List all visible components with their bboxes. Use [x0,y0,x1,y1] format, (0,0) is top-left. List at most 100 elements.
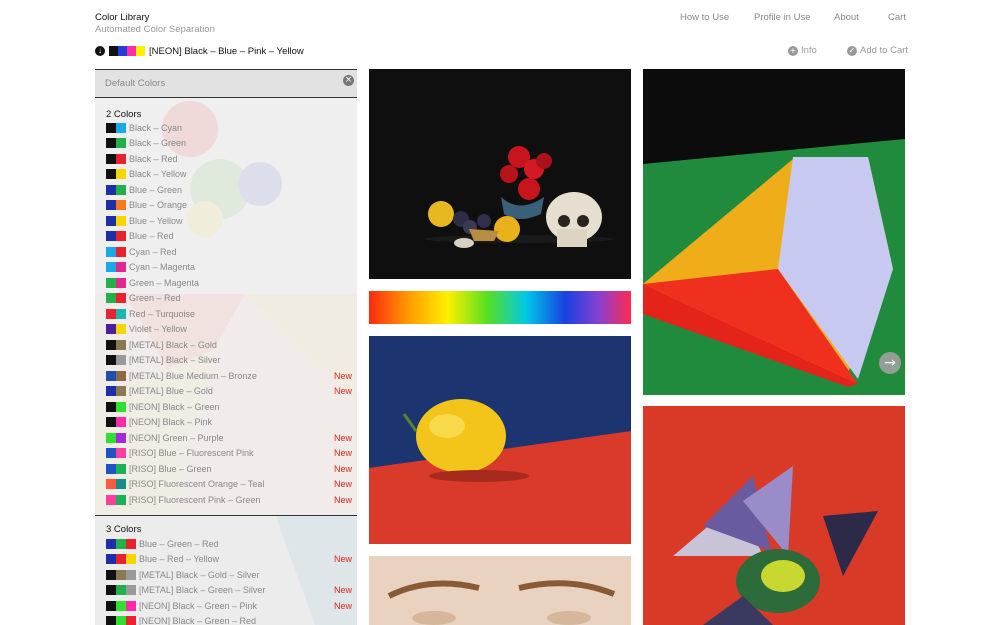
color-list-item-label: Blue – Red – Yellow [139,554,220,564]
color-list-item[interactable]: Blue – Red – Yellow New [106,553,352,566]
face-photo[interactable] [369,556,631,625]
swatch-group [106,324,126,334]
color-list-item-label: Blue – Green [129,184,183,195]
color-list-sidebar[interactable]: × 2 Colors Black – Cyan Black – Green Blac… [95,69,357,625]
swatch-group [106,169,126,179]
color-list-item-label: [NEON] Black – Green [129,401,220,412]
color-list-item-label: Green – Magenta [129,277,200,288]
color-list-item[interactable]: [RISO] Blue – Fluorescent Pink New [106,447,352,460]
color-list-item[interactable]: [METAL] Black – Green – Silver New [106,584,352,597]
color-list-item[interactable]: [METAL] Blue Medium – Bronze New [106,369,352,382]
swatch [116,122,126,133]
color-list-item[interactable]: Red – Turquoise [106,307,352,320]
color-list-item-label: [METAL] Blue – Gold [129,386,213,396]
new-badge: New [333,585,352,595]
swatch [116,231,126,241]
swatch [116,463,126,474]
color-list-item[interactable]: [NEON] Black – Green – Pink New [106,599,352,612]
color-list-item[interactable]: [METAL] Blue – Gold New [106,385,352,398]
color-list-item[interactable]: Blue – Green – Red [106,537,352,550]
divider [95,515,357,516]
swatch-group [106,401,126,412]
color-list-item[interactable]: Blue – Yellow [106,214,352,227]
swatch [116,277,126,288]
color-list-item-label: [RISO] Blue – Fluorescent Pink [129,448,254,458]
nav-how-to-use[interactable]: How to Use [680,12,729,23]
swatch [106,355,116,365]
color-list-item[interactable]: Cyan – Red [106,245,352,258]
color-list-item[interactable]: [NEON] Green – Purple New [106,431,352,444]
color-list-item[interactable]: [RISO] Blue – Green New [106,462,352,475]
color-list-item[interactable]: Blue – Orange [106,199,352,212]
color-list-item[interactable]: Black – Red [106,152,352,165]
color-list-item[interactable]: [RISO] Fluorescent Orange – Teal New [106,478,352,491]
swatch-group [106,262,126,272]
color-list-item[interactable]: Blue – Red [106,230,352,243]
color-list-item[interactable]: Green – Magenta [106,276,352,289]
swatch-group [106,417,126,427]
color-list-item[interactable]: [NEON] Black – Green – Red [106,615,352,625]
swatch [116,184,126,195]
swatch [106,153,116,164]
swatch [106,277,116,288]
swatch [116,386,126,396]
swatch [116,494,126,505]
section-title-3-colors: 3 Colors [106,524,142,535]
color-list-item[interactable]: Blue – Green [106,183,352,196]
color-list-item[interactable]: Cyan – Magenta [106,261,352,274]
color-list-item[interactable]: [RISO] Fluorescent Pink – Green New [106,493,352,506]
swatch-group [106,585,136,595]
color-list-item[interactable]: [METAL] Black – Gold – Silver [106,568,352,581]
swatch [106,262,116,272]
swatch [106,293,116,303]
add-to-cart-button[interactable]: ✓ Add to Cart [847,45,908,56]
swatch [116,432,126,443]
color-list-item[interactable]: Black – Cyan [106,121,352,134]
color-list-item-label: Black – Red [129,153,178,164]
swatch-group [106,538,136,549]
color-list-item[interactable]: Black – Yellow [106,168,352,181]
swatch [116,215,126,226]
lemon-photo[interactable] [369,336,631,544]
still-life-photo[interactable] [369,69,631,279]
brand[interactable]: Color Library Automated Color Separation [95,12,215,36]
new-badge: New [333,463,352,474]
swatch [106,138,116,148]
swatch [106,184,116,195]
isometric-cube-photo[interactable]: → [643,69,905,395]
swatch [116,138,126,148]
color-list-item-label: [NEON] Green – Purple [129,432,224,443]
swatch-group [106,293,126,303]
swatch-group [106,153,126,164]
color-list-item[interactable]: [METAL] Black – Silver [106,354,352,367]
color-list-item-label: [RISO] Blue – Green [129,463,212,474]
swatch [116,569,126,580]
nav-cart[interactable]: Cart [888,12,906,23]
color-list-item[interactable]: [NEON] Black – Green [106,400,352,413]
info-button[interactable]: + Info [788,45,817,56]
swatch [116,293,126,303]
color-list-item[interactable]: [METAL] Black – Gold [106,338,352,351]
nav-about[interactable]: About [834,12,859,23]
color-list-item-label: [METAL] Black – Gold – Silver [139,569,260,580]
nav-profile-in-use[interactable]: Profile in Use [754,12,811,23]
search-input[interactable] [105,78,325,89]
color-list-item-label: Blue – Yellow [129,215,183,226]
swatch [116,554,126,564]
spectrum-gradient[interactable] [369,291,631,324]
arrow-right-icon[interactable]: → [879,352,901,374]
color-list-item-label: [NEON] Black – Green – Red [139,616,257,625]
download-icon[interactable]: ↓ [95,46,105,56]
color-list-item[interactable]: Green – Red [106,292,352,305]
swatch [136,46,145,56]
color-list-item-label: Blue – Red [129,231,174,241]
color-list-item[interactable]: Violet – Yellow [106,323,352,336]
close-icon[interactable]: × [343,75,354,86]
selected-palette: ↓ [NEON] Black – Blue – Pink – Yellow [95,44,304,58]
swatch [116,370,126,381]
bird-photo[interactable] [643,406,905,625]
brand-subtitle: Automated Color Separation [95,24,215,35]
color-list-item[interactable]: [NEON] Black – Pink [106,416,352,429]
color-list-item[interactable]: Black – Green [106,137,352,150]
swatch [106,569,116,580]
